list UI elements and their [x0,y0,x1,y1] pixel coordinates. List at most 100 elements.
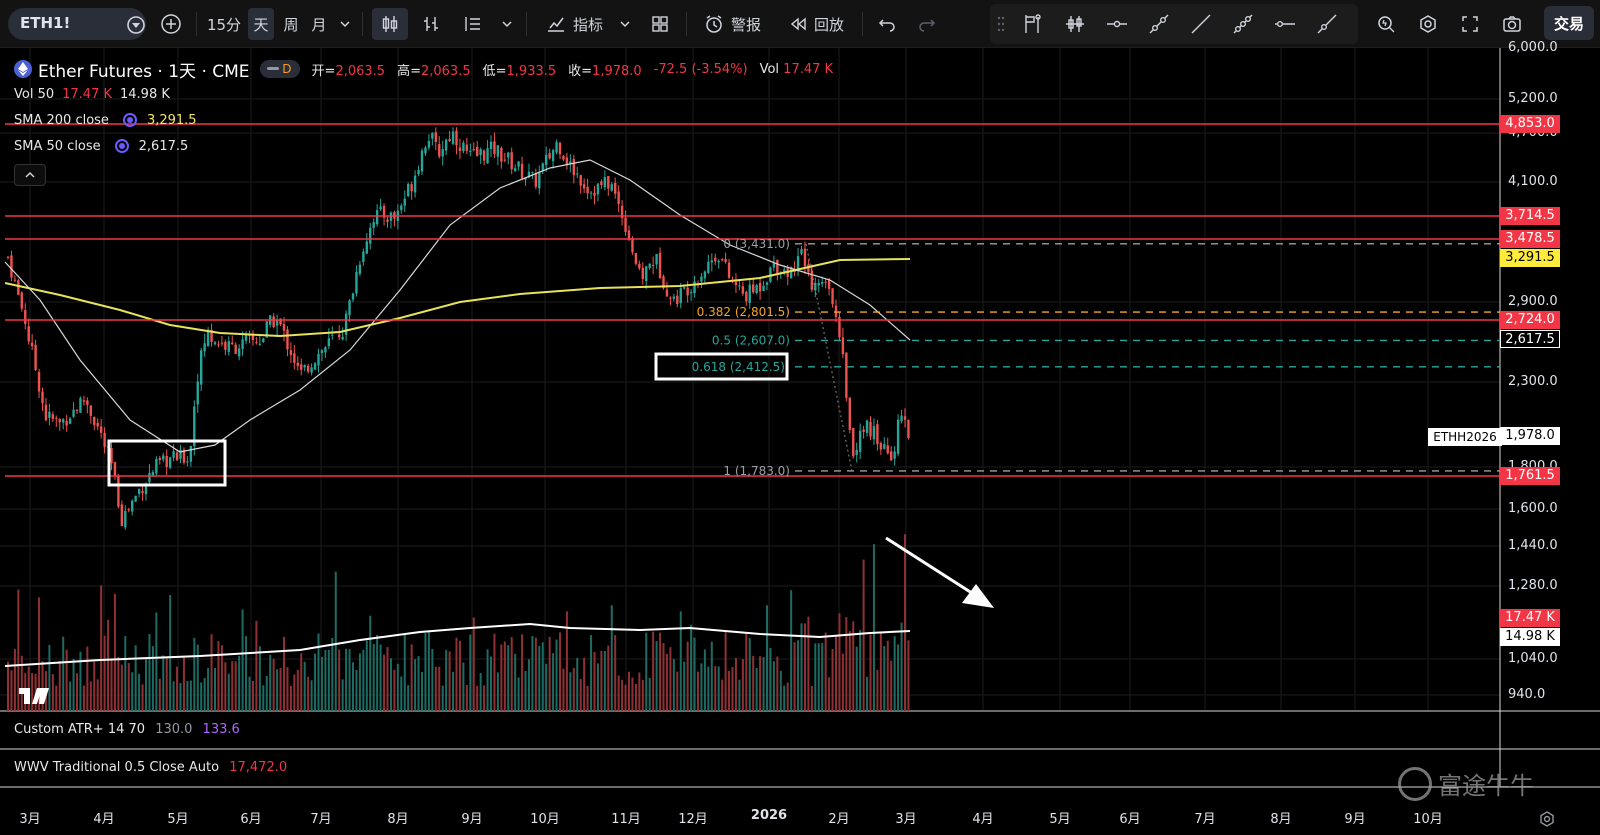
chevron-down-icon [502,21,512,28]
volume-bar-210 [731,667,734,711]
volume-bar-168 [586,685,589,711]
fib-label-0: 0 (3,431.0) [723,237,790,251]
timeframe-15m[interactable]: 15分 [204,8,244,40]
time-axis-label: 3月 [19,812,41,827]
alert-button[interactable]: 警报 [696,8,768,40]
fullscreen-button[interactable] [1454,8,1486,40]
volume-bar-162 [565,611,568,711]
candle-body-39 [141,491,144,494]
candle-body-199 [693,281,696,294]
collapse-legend-button[interactable] [14,164,46,186]
candle-body-42 [151,472,155,476]
volume-bar-226 [786,682,789,711]
timeframe-week[interactable]: 周 [278,8,304,40]
chart-type-dropdown[interactable] [496,8,518,40]
info-line-tool[interactable] [1310,8,1344,40]
long-position-tool[interactable] [1016,8,1050,40]
candle-body-10 [41,391,44,404]
extended-line-tool[interactable] [1226,8,1260,40]
search-lightning-icon [1378,16,1395,33]
snapshot-button[interactable] [1496,8,1528,40]
timeframe-month[interactable]: 月 [306,8,332,40]
redo-button[interactable] [912,8,942,40]
candle-body-31 [113,462,117,477]
drag-handle-icon[interactable] [996,8,1006,40]
volume-bar-166 [579,678,582,711]
candle-body-84 [296,362,299,366]
ray-tool[interactable] [1184,8,1218,40]
candle-body-96 [338,334,341,338]
volume-bar-113 [396,663,399,711]
volume-bar-59 [210,634,213,711]
templates-button[interactable] [644,8,676,40]
volume-bar-229 [797,640,800,711]
candle-body-141 [493,141,496,155]
volume-bar-61 [217,641,220,711]
candle-body-48 [172,451,175,458]
candle-body-186 [648,263,651,269]
vol50-legend[interactable]: Vol 50 17.47 K 14.98 K [14,84,170,104]
volume-bar-73 [258,646,261,711]
volume-bar-52 [186,680,189,711]
candle-body-203 [707,261,710,273]
layout-button[interactable] [456,8,490,40]
candle-body-127 [444,139,448,151]
data-badge[interactable]: D [259,60,300,78]
timeframe-dropdown[interactable] [334,8,356,40]
sma200-legend[interactable]: SMA 200 close 3,291.5 [14,110,197,130]
trade-button[interactable]: 交易 [1544,6,1594,40]
quick-search-button[interactable] [1370,8,1402,40]
volume-bar-237 [824,632,827,711]
settings-button[interactable] [1412,8,1444,40]
sma50-legend[interactable]: SMA 50 close 2,617.5 [14,136,188,156]
indicators-icon [547,17,564,32]
candle-body-231 [803,248,807,267]
projection-tool[interactable] [1058,8,1092,40]
candle-body-24 [89,405,92,416]
volume-bar-49 [176,666,179,711]
price-tag: 14.98 K [1500,628,1560,646]
volume-bar-255 [886,640,889,711]
undo-button[interactable] [872,8,902,40]
grid-icon [652,16,668,32]
volume-bar-128 [448,651,451,711]
candle-body-149 [520,163,524,179]
bars-button[interactable] [416,8,446,40]
volume-bar-123 [431,648,434,711]
volume-bar-106 [372,644,375,711]
replay-label: 回放 [813,15,844,34]
wwv-legend[interactable]: WWV Traditional 0.5 Close Auto 17,472.0 [14,760,287,775]
volume-bar-83 [293,674,296,711]
add-symbol-button[interactable] [156,8,186,40]
price-chart[interactable]: 0 (3,431.0) 0.382 (2,801.5) 0.5 (2,607.0) 0… [0,48,1600,835]
atr-legend[interactable]: Custom ATR+ 14 70 130.0 133.6 [14,722,240,737]
indicators-button[interactable]: 指标 [536,8,612,40]
axis-settings-icon[interactable] [1538,810,1556,832]
indicators-dropdown[interactable] [614,8,636,40]
timeframe-day[interactable]: 天 [248,8,274,40]
volume-bar-224 [779,670,782,711]
replay-button[interactable]: 回放 [780,8,852,40]
candles-button[interactable] [372,8,408,40]
candle-body-187 [651,264,655,266]
volume-bar-46 [165,656,168,711]
symbol-search[interactable]: ETH1! [8,8,146,40]
redo-icon [919,19,936,32]
candle-body-26 [96,422,99,427]
candle-body-217 [755,285,758,294]
volume-bar-234 [814,643,817,711]
volume-bar-22 [82,685,85,711]
trend-line-tool[interactable] [1142,8,1176,40]
candle-body-97 [341,336,344,340]
volume-bar-225 [783,685,786,711]
horizontal-ray-tool[interactable] [1100,8,1134,40]
compare-icon[interactable] [126,15,146,39]
volume-bar-179 [624,684,627,711]
volume-bar-74 [262,685,265,711]
horizontal-line-tool[interactable] [1268,8,1302,40]
candle-body-230 [800,249,803,254]
volume-bar-208 [724,632,727,711]
candle-body-174 [607,176,610,189]
fib-label-2: 0.5 (2,607.0) [712,333,790,347]
candle-body-104 [365,241,368,254]
